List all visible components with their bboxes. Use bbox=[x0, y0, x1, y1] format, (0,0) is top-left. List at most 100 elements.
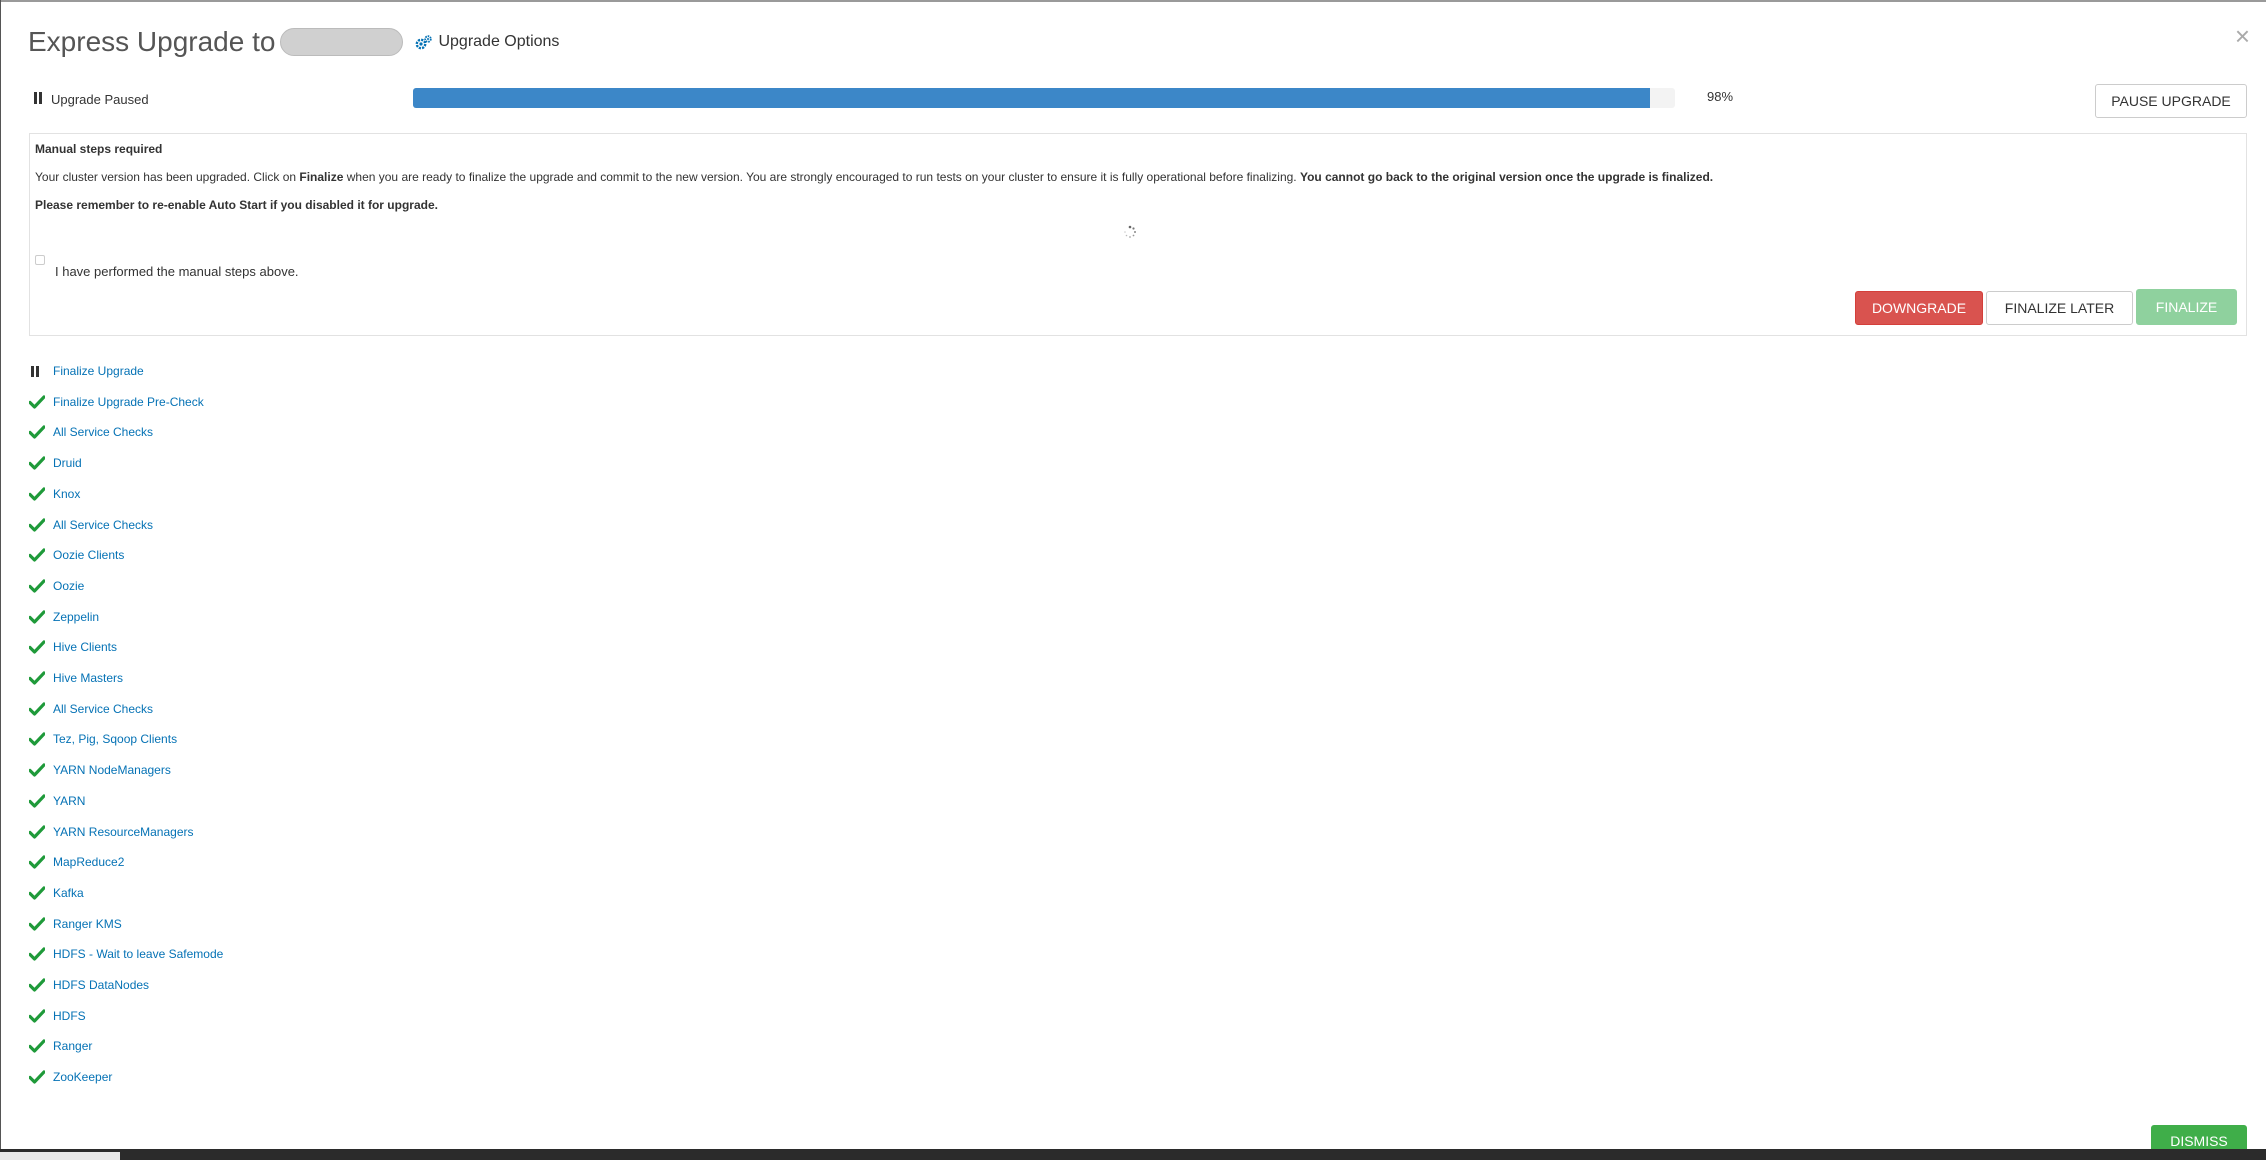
pause-upgrade-button[interactable]: PAUSE UPGRADE bbox=[2095, 84, 2247, 118]
task-row[interactable]: Ranger bbox=[29, 1035, 92, 1057]
task-label[interactable]: Ranger bbox=[53, 1039, 92, 1053]
checkmark-icon bbox=[29, 824, 46, 839]
finalize-button[interactable]: FINALIZE bbox=[2136, 289, 2237, 325]
checkmark-icon bbox=[29, 702, 46, 716]
manual-steps-description: Your cluster version has been upgraded. … bbox=[35, 170, 1713, 184]
task-row[interactable]: All Service Checks bbox=[29, 421, 153, 443]
checkmark-icon bbox=[29, 763, 46, 777]
task-label[interactable]: Oozie bbox=[53, 579, 84, 593]
upgrade-progress-bar bbox=[413, 88, 1675, 108]
task-label[interactable]: Tez, Pig, Sqoop Clients bbox=[53, 732, 177, 746]
task-row[interactable]: Druid bbox=[29, 452, 82, 474]
modal-title: Express Upgrade to bbox=[28, 26, 276, 57]
finalize-later-button[interactable]: FINALIZE LATER bbox=[1986, 291, 2133, 325]
task-label[interactable]: YARN bbox=[53, 794, 85, 808]
task-row[interactable]: MapReduce2 bbox=[29, 851, 124, 873]
bottom-tab bbox=[0, 1152, 120, 1160]
task-label[interactable]: Oozie Clients bbox=[53, 548, 124, 562]
checkmark-icon bbox=[29, 640, 46, 654]
checkmark-icon bbox=[29, 886, 46, 900]
task-label[interactable]: Hive Masters bbox=[53, 671, 123, 685]
task-label[interactable]: Finalize Upgrade bbox=[53, 364, 144, 378]
checkmark-icon bbox=[29, 978, 46, 992]
checkmark-icon bbox=[29, 732, 46, 746]
task-label[interactable]: HDFS - Wait to leave Safemode bbox=[53, 947, 223, 961]
auto-start-reminder: Please remember to re-enable Auto Start … bbox=[35, 198, 438, 212]
task-row[interactable]: Kafka bbox=[29, 882, 84, 904]
upgrade-options-label: Upgrade Options bbox=[438, 33, 560, 50]
task-row[interactable]: Zeppelin bbox=[29, 606, 99, 628]
task-label[interactable]: Ranger KMS bbox=[53, 917, 122, 931]
task-row[interactable]: Oozie bbox=[29, 575, 84, 597]
checkmark-icon bbox=[29, 517, 46, 532]
upgrade-progress-percent: 98% bbox=[1707, 89, 1734, 104]
task-row[interactable]: Tez, Pig, Sqoop Clients bbox=[29, 728, 177, 750]
task-row[interactable]: Hive Masters bbox=[29, 667, 123, 689]
manual-steps-title: Manual steps required bbox=[35, 142, 163, 156]
upgrade-progress-fill bbox=[413, 88, 1650, 108]
upgrade-status-label: Upgrade Paused bbox=[51, 92, 149, 107]
task-label[interactable]: Kafka bbox=[53, 886, 84, 900]
task-label[interactable]: Hive Clients bbox=[53, 640, 117, 654]
task-row[interactable]: Hive Clients bbox=[29, 636, 117, 658]
pause-icon bbox=[33, 92, 43, 104]
bottom-bar bbox=[0, 1149, 2266, 1160]
task-label[interactable]: Finalize Upgrade Pre-Check bbox=[53, 395, 204, 409]
task-row[interactable]: HDFS bbox=[29, 1005, 86, 1027]
close-icon[interactable]: × bbox=[2235, 23, 2250, 49]
checkmark-icon bbox=[29, 487, 46, 501]
task-row[interactable]: All Service Checks bbox=[29, 698, 153, 720]
task-row[interactable]: YARN ResourceManagers bbox=[29, 821, 194, 843]
manual-steps-checkbox-label: I have performed the manual steps above. bbox=[55, 264, 299, 279]
checkmark-icon bbox=[29, 579, 46, 593]
task-label[interactable]: Knox bbox=[53, 487, 80, 501]
task-label[interactable]: All Service Checks bbox=[53, 518, 153, 532]
upgrade-status-row: Upgrade Paused 98% PAUSE UPGRADE bbox=[29, 84, 2247, 126]
checkmark-icon bbox=[29, 548, 46, 562]
checkmark-icon bbox=[29, 456, 46, 470]
upgrade-options-link[interactable]: Upgrade Options bbox=[415, 33, 559, 51]
task-row[interactable]: All Service Checks bbox=[29, 514, 153, 536]
task-label[interactable]: ZooKeeper bbox=[53, 1070, 112, 1084]
checkmark-icon bbox=[29, 947, 46, 961]
checkmark-icon bbox=[29, 855, 46, 869]
task-row[interactable]: ZooKeeper bbox=[29, 1066, 112, 1088]
manual-steps-panel: Manual steps required Your cluster versi… bbox=[29, 133, 2247, 336]
downgrade-button[interactable]: DOWNGRADE bbox=[1855, 291, 1983, 325]
task-row[interactable]: HDFS - Wait to leave Safemode bbox=[29, 943, 223, 965]
task-label[interactable]: Zeppelin bbox=[53, 610, 99, 624]
checkmark-icon bbox=[29, 395, 46, 409]
task-label[interactable]: YARN ResourceManagers bbox=[53, 825, 194, 839]
gears-icon bbox=[416, 34, 433, 49]
task-label[interactable]: HDFS bbox=[53, 1009, 86, 1023]
task-label[interactable]: Druid bbox=[53, 456, 82, 470]
task-row[interactable]: Finalize Upgrade bbox=[29, 360, 144, 382]
task-label[interactable]: MapReduce2 bbox=[53, 855, 124, 869]
checkmark-icon bbox=[29, 1039, 46, 1053]
task-row[interactable]: HDFS DataNodes bbox=[29, 974, 149, 996]
task-label[interactable]: All Service Checks bbox=[53, 702, 153, 716]
task-label[interactable]: YARN NodeManagers bbox=[53, 763, 171, 777]
desc-finalize-emphasis: Finalize bbox=[299, 170, 344, 184]
task-row[interactable]: Knox bbox=[29, 483, 80, 505]
desc-part-2: when you are ready to finalize the upgra… bbox=[343, 170, 1300, 184]
upgrade-modal: Express Upgrade to Upgrade Options × Upg… bbox=[1, 0, 2266, 1157]
task-row[interactable]: YARN NodeManagers bbox=[29, 759, 171, 781]
modal-header: Express Upgrade to Upgrade Options bbox=[28, 24, 559, 60]
checkmark-icon bbox=[29, 1070, 46, 1084]
target-version-badge bbox=[280, 28, 404, 56]
checkmark-icon bbox=[29, 609, 46, 624]
manual-steps-checkbox[interactable] bbox=[35, 255, 45, 265]
task-label[interactable]: HDFS DataNodes bbox=[53, 978, 149, 992]
checkmark-icon bbox=[29, 425, 46, 439]
task-row[interactable]: Ranger KMS bbox=[29, 913, 122, 935]
task-row[interactable]: YARN bbox=[29, 790, 85, 812]
checkmark-icon bbox=[29, 916, 46, 931]
pause-icon bbox=[29, 364, 46, 378]
checkmark-icon bbox=[29, 794, 46, 808]
loading-spinner-icon bbox=[1124, 225, 1136, 238]
desc-part-1: Your cluster version has been upgraded. … bbox=[35, 170, 300, 184]
task-label[interactable]: All Service Checks bbox=[53, 425, 153, 439]
task-row[interactable]: Finalize Upgrade Pre-Check bbox=[29, 391, 204, 413]
task-row[interactable]: Oozie Clients bbox=[29, 544, 124, 566]
